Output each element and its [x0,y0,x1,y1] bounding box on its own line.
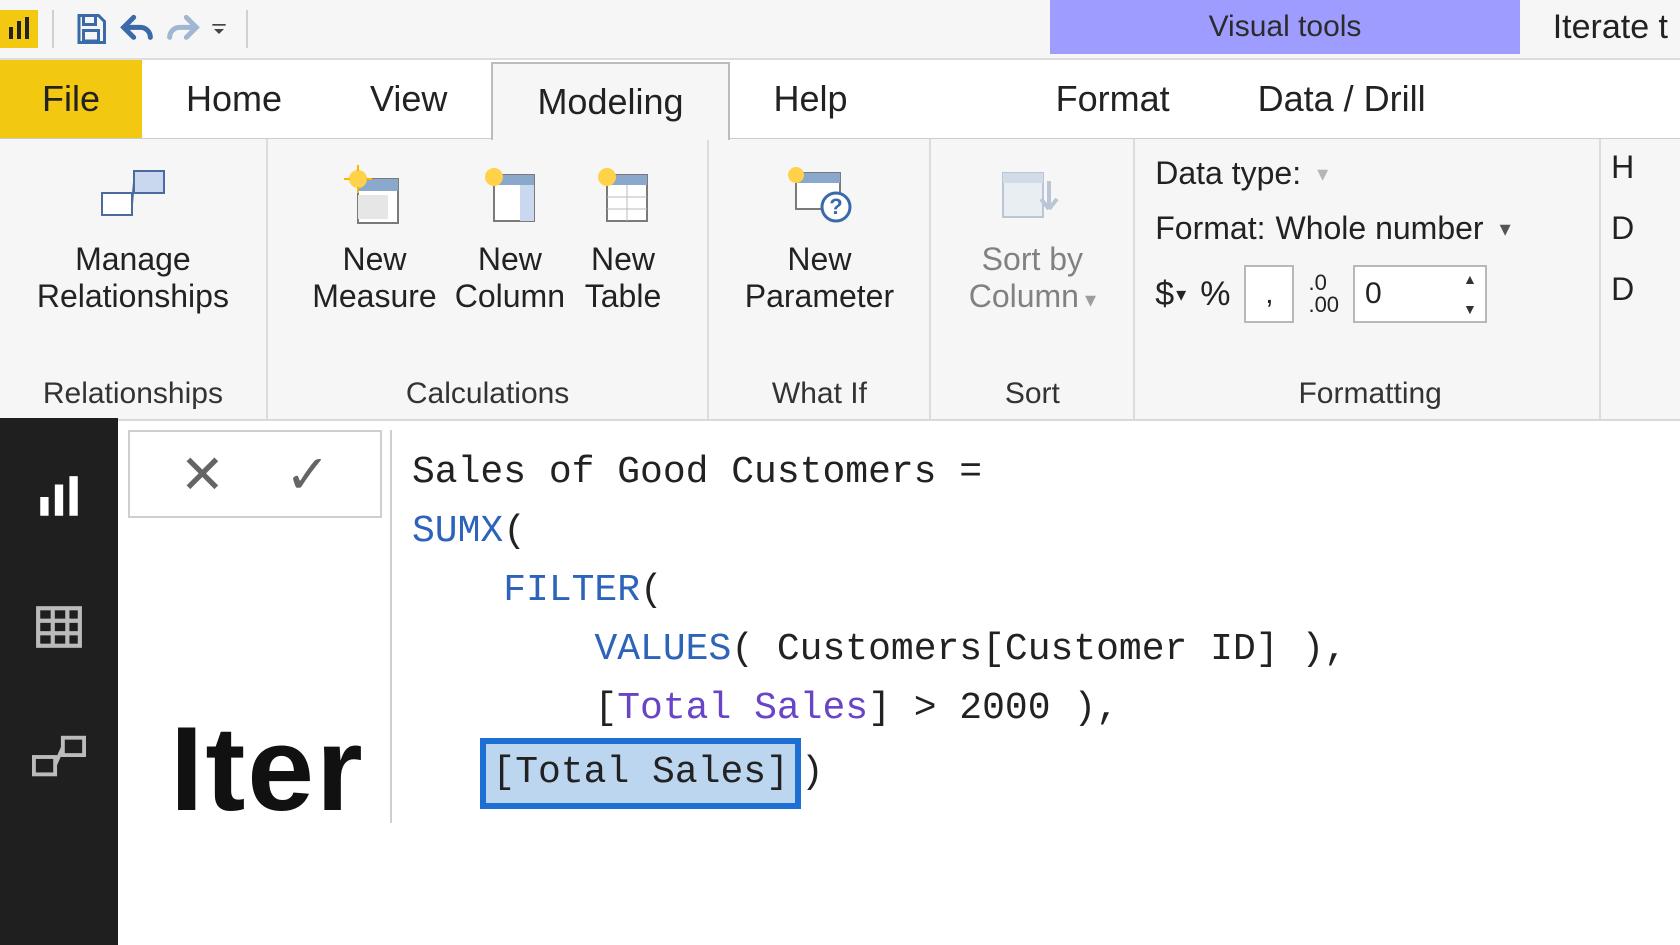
model-view-button[interactable] [24,722,94,792]
report-view-button[interactable] [24,462,94,532]
group-sort: Sort by Column▾ Sort [931,139,1135,419]
sort-by-column-label: Sort by Column▾ [969,241,1096,315]
tab-format[interactable]: Format [1012,60,1214,138]
tab-modeling[interactable]: Modeling [491,62,729,140]
group-label: Sort [1005,373,1060,413]
group-label: Formatting [1298,373,1441,413]
group-calculations: New Measure New Column New Table Calcula… [268,139,710,419]
relationships-icon [93,155,173,235]
new-measure-icon [334,155,414,235]
undo-button[interactable] [114,6,160,52]
qat-separator [52,10,54,48]
data-type-dropdown[interactable]: ▾ [1317,161,1328,187]
sort-by-column-button[interactable]: Sort by Column▾ [969,155,1096,315]
tab-data-drill[interactable]: Data / Drill [1214,60,1470,138]
format-label: Format: [1155,210,1265,247]
new-column-icon [470,155,550,235]
tab-file[interactable]: File [0,60,142,138]
decimal-places-input[interactable]: 0 ▲▼ [1353,265,1487,323]
sort-icon [992,155,1072,235]
formula-bar: ✕ ✓ Sales of Good Customers = SUMX( FILT… [128,430,1680,823]
new-parameter-icon: ? [779,155,859,235]
new-table-icon [583,155,663,235]
tab-help[interactable]: Help [730,60,892,138]
ribbon: Manage Relationships Relationships New M… [0,139,1680,421]
spinner-icon[interactable]: ▲▼ [1463,271,1481,317]
data-type-label: Data type: [1155,155,1301,192]
cutoff-text: D [1611,210,1634,247]
currency-button[interactable]: $▾ [1155,275,1186,314]
tab-view[interactable]: View [326,60,491,138]
qat-separator [246,10,248,48]
new-parameter-button[interactable]: ? New Parameter [745,155,894,315]
new-parameter-label: New Parameter [745,241,894,315]
qat-customize-button[interactable] [206,6,232,52]
redo-button[interactable] [160,6,206,52]
titlebar: Visual tools Iterate t [0,0,1680,60]
thousands-separator-button[interactable]: , [1244,265,1294,323]
percent-button[interactable]: % [1200,275,1230,314]
selected-token[interactable]: [Total Sales] [480,738,800,809]
new-table-label: New Table [585,241,662,315]
group-relationships: Manage Relationships Relationships [0,139,268,419]
group-cutoff: H D D [1601,139,1680,419]
cancel-formula-button[interactable]: ✕ [180,443,225,506]
commit-formula-button[interactable]: ✓ [285,443,330,506]
formula-editor[interactable]: Sales of Good Customers = SUMX( FILTER( … [390,430,1680,823]
group-label: Relationships [43,373,223,413]
manage-relationships-button[interactable]: Manage Relationships [37,155,229,315]
save-button[interactable] [68,6,114,52]
group-label: What If [772,373,867,413]
group-whatif: ? New Parameter What If [709,139,931,419]
manage-relationships-label: Manage Relationships [37,241,229,315]
new-measure-button[interactable]: New Measure [312,155,437,315]
new-column-label: New Column [455,241,565,315]
left-nav [0,418,118,945]
svg-text:?: ? [830,194,843,219]
decimal-toggle-button[interactable]: .0 .00 [1308,272,1339,316]
ribbon-tabs: File Home View Modeling Help Format Data… [0,60,1680,139]
formula-controls: ✕ ✓ [128,430,382,518]
window-title-fragment: Iterate t [1553,8,1668,47]
group-formatting: Data type: ▾ Format: Whole number ▾ $▾ %… [1135,139,1601,419]
cutoff-text: H [1611,149,1634,186]
new-table-button[interactable]: New Table [583,155,663,315]
data-view-button[interactable] [24,592,94,662]
group-label: Calculations [406,373,569,413]
cutoff-text: D [1611,271,1634,308]
contextual-tab-visual-tools: Visual tools [1050,0,1520,54]
tab-home[interactable]: Home [142,60,326,138]
new-column-button[interactable]: New Column [455,155,565,315]
format-value[interactable]: Whole number [1275,210,1483,247]
new-measure-label: New Measure [312,241,437,315]
format-dropdown-caret[interactable]: ▾ [1500,216,1511,242]
app-icon [0,10,38,48]
